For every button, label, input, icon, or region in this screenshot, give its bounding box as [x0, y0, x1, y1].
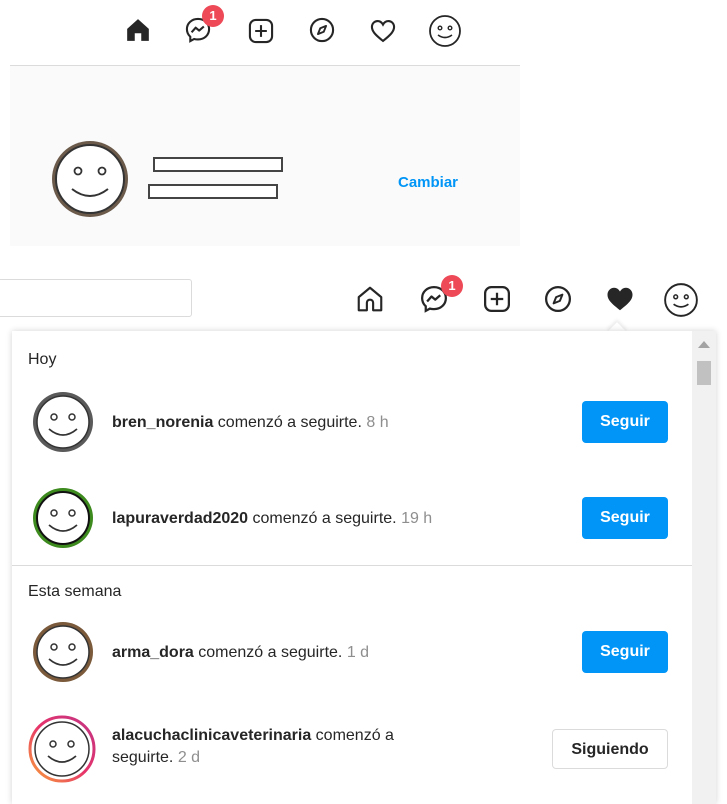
following-button[interactable]: Siguiendo	[552, 729, 668, 769]
notification-time: 19 h	[401, 510, 433, 527]
new-post-icon-2[interactable]	[482, 284, 512, 314]
explore-icon[interactable]	[308, 16, 336, 44]
notification-time: 8 h	[366, 414, 389, 431]
notification-row[interactable]: bren_norenia comenzó a seguirte. 8 h Seg…	[12, 381, 692, 461]
notification-row[interactable]: arma_dora comenzó a seguirte. 1 d Seguir	[12, 613, 692, 693]
follow-button[interactable]: Seguir	[582, 497, 668, 539]
section-title-today: Hoy	[28, 351, 57, 368]
user-avatar[interactable]	[28, 715, 96, 783]
notification-text: alacuchaclinicaveterinaria comenzó a seg…	[112, 725, 394, 769]
notification-row[interactable]: lapuraverdad2020 comenzó a seguirte. 19 …	[12, 477, 692, 557]
notification-time: 1 d	[346, 644, 370, 661]
notification-text: arma_dora comenzó a seguirte. 1 d	[112, 642, 369, 664]
notification-text: bren_norenia comenzó a seguirte. 8 h	[112, 412, 389, 434]
home-outline-icon[interactable]	[355, 284, 385, 314]
user-avatar[interactable]	[32, 391, 94, 453]
profile-avatar-icon-2[interactable]	[663, 282, 699, 318]
notification-action: comenzó a	[311, 727, 394, 744]
scrollbar[interactable]	[692, 331, 716, 804]
notification-row[interactable]: alacuchaclinicaveterinaria comenzó a seg…	[12, 709, 692, 789]
redacted-username	[153, 157, 283, 172]
profile-card: Cambiar	[10, 65, 520, 246]
username-link[interactable]: bren_norenia	[112, 414, 213, 431]
notification-action: comenzó a seguirte.	[213, 414, 362, 431]
user-avatar[interactable]	[32, 621, 94, 683]
username-link[interactable]: arma_dora	[112, 644, 194, 661]
change-link[interactable]: Cambiar	[398, 174, 458, 191]
redacted-fullname	[148, 184, 278, 199]
section-divider	[12, 565, 692, 566]
profile-avatar-icon[interactable]	[428, 14, 462, 48]
follow-button[interactable]: Seguir	[582, 401, 668, 443]
messenger-badge: 1	[202, 5, 224, 27]
username-link[interactable]: alacuchaclinicaveterinaria	[112, 727, 311, 744]
section-title-this-week: Esta semana	[28, 583, 122, 600]
activity-dropdown: Hoy bren_norenia comenzó a seguirte. 8 h…	[12, 331, 716, 804]
notification-text: lapuraverdad2020 comenzó a seguirte. 19 …	[112, 508, 432, 530]
follow-button[interactable]: Seguir	[582, 631, 668, 673]
scroll-up-arrow-icon[interactable]	[698, 341, 710, 348]
new-post-icon[interactable]	[247, 17, 275, 45]
search-input[interactable]	[0, 279, 192, 317]
messenger-badge-2: 1	[441, 275, 463, 297]
notification-action: comenzó a seguirte.	[248, 510, 397, 527]
notification-time: 2 d	[177, 749, 201, 766]
notification-action-cont: seguirte.	[112, 749, 174, 766]
user-avatar[interactable]	[32, 487, 94, 549]
activity-heart-icon[interactable]	[369, 17, 397, 45]
activity-heart-filled-icon[interactable]	[604, 284, 636, 314]
username-link[interactable]: lapuraverdad2020	[112, 510, 248, 527]
notification-action: comenzó a seguirte.	[193, 644, 343, 661]
profile-picture[interactable]	[50, 139, 130, 219]
home-filled-icon[interactable]	[125, 17, 151, 43]
explore-icon-2[interactable]	[543, 284, 573, 314]
scroll-thumb[interactable]	[697, 361, 711, 385]
